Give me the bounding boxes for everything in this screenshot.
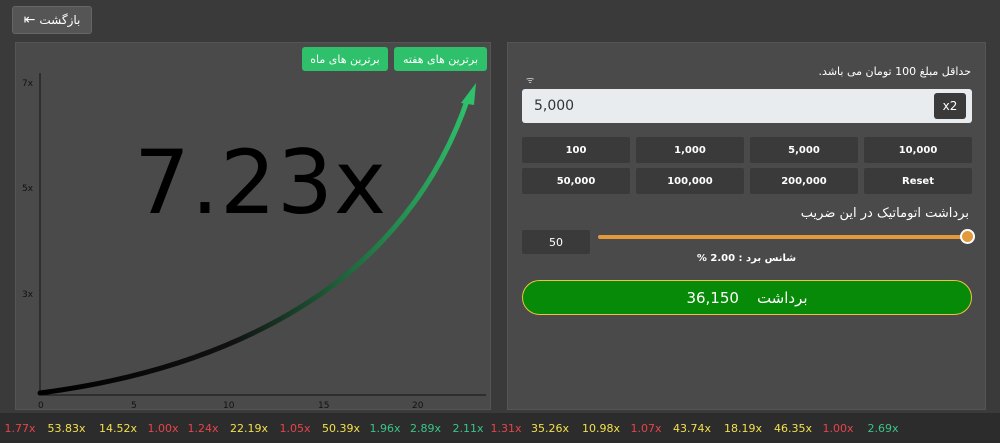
wifi-icon: ᯤ [526,76,535,86]
bet-amount-input[interactable] [534,89,914,123]
back-button[interactable]: بازگشت ⇤ [12,6,92,34]
x-tick: 15 [318,401,329,410]
auto-cashout-label: برداشت اتوماتیک در این ضریب [800,206,969,221]
y-tick: 3x [22,290,34,300]
curve-arrowhead [461,83,476,105]
x-tick: 5 [131,401,137,410]
x-tick: 0 [38,401,44,410]
preset-button[interactable]: 100 [522,137,630,163]
leaderboard-month-button[interactable]: برترین های ماه [302,47,388,71]
history-item: 43.74x [672,421,711,435]
history-item: 46.35x [773,421,812,435]
slider-thumb[interactable] [960,229,975,244]
y-tick: 5x [22,184,34,194]
history-item: 53.83x [47,421,86,435]
history-item: 1.96x [369,421,401,435]
history-item: 1.05x [279,421,311,435]
history-item: 1.77x [4,421,36,435]
preset-button[interactable]: 100,000 [636,168,744,194]
auto-cashout-slider[interactable] [598,235,970,239]
history-item: 2.69x [867,421,899,435]
graph-panel: 7x 5x 3x 0 5 10 15 20 برترین های هفته بر… [15,42,491,410]
double-button[interactable]: x2 [934,93,966,119]
logout-icon: ⇤ [23,12,36,28]
reset-button[interactable]: Reset [864,168,972,194]
history-item: 35.26x [530,421,569,435]
win-chance-text: شانس برد : 2.00 % [696,253,797,264]
x-tick: 20 [412,401,424,410]
x-tick: 10 [223,401,235,410]
history-item: 2.89x [409,421,441,435]
amount-field: x2 [522,89,972,123]
auto-cashout-value[interactable]: 50 [522,230,590,254]
history-item: 14.52x [98,421,137,435]
cashout-label: برداشت [756,288,808,307]
leaderboard-week-button[interactable]: برترین های هفته [394,47,487,71]
preset-button[interactable]: 1,000 [636,137,744,163]
back-label: بازگشت [39,13,81,27]
history-item: 1.31x [490,421,522,435]
min-amount-note: حداقل مبلغ 100 تومان می باشد. [818,65,971,78]
history-item: 2.11x [452,421,484,435]
history-item: 22.19x [229,421,268,435]
history-item: 1.00x [822,421,854,435]
history-item: 1.24x [187,421,219,435]
preset-button[interactable]: 5,000 [750,137,858,163]
bet-panel: حداقل مبلغ 100 تومان می باشد. ᯤ x2 100 1… [507,42,986,410]
cashout-amount: 36,150 [686,288,739,307]
y-tick: 7x [22,79,34,89]
history-item: 18.19x [723,421,762,435]
history-bar: 1.77x 53.83x 14.52x 1.00x 1.24x 22.19x 1.05x 50… [0,413,1000,443]
cashout-button[interactable]: برداشت 36,150 [522,280,972,315]
preset-button[interactable]: 200,000 [750,168,858,194]
history-item: 50.39x [321,421,360,435]
preset-button[interactable]: 10,000 [864,137,972,163]
history-item: 10.98x [581,421,620,435]
history-item: 1.07x [630,421,662,435]
current-multiplier: 7.23x [134,131,388,234]
preset-button[interactable]: 50,000 [522,168,630,194]
history-item: 1.00x [147,421,179,435]
